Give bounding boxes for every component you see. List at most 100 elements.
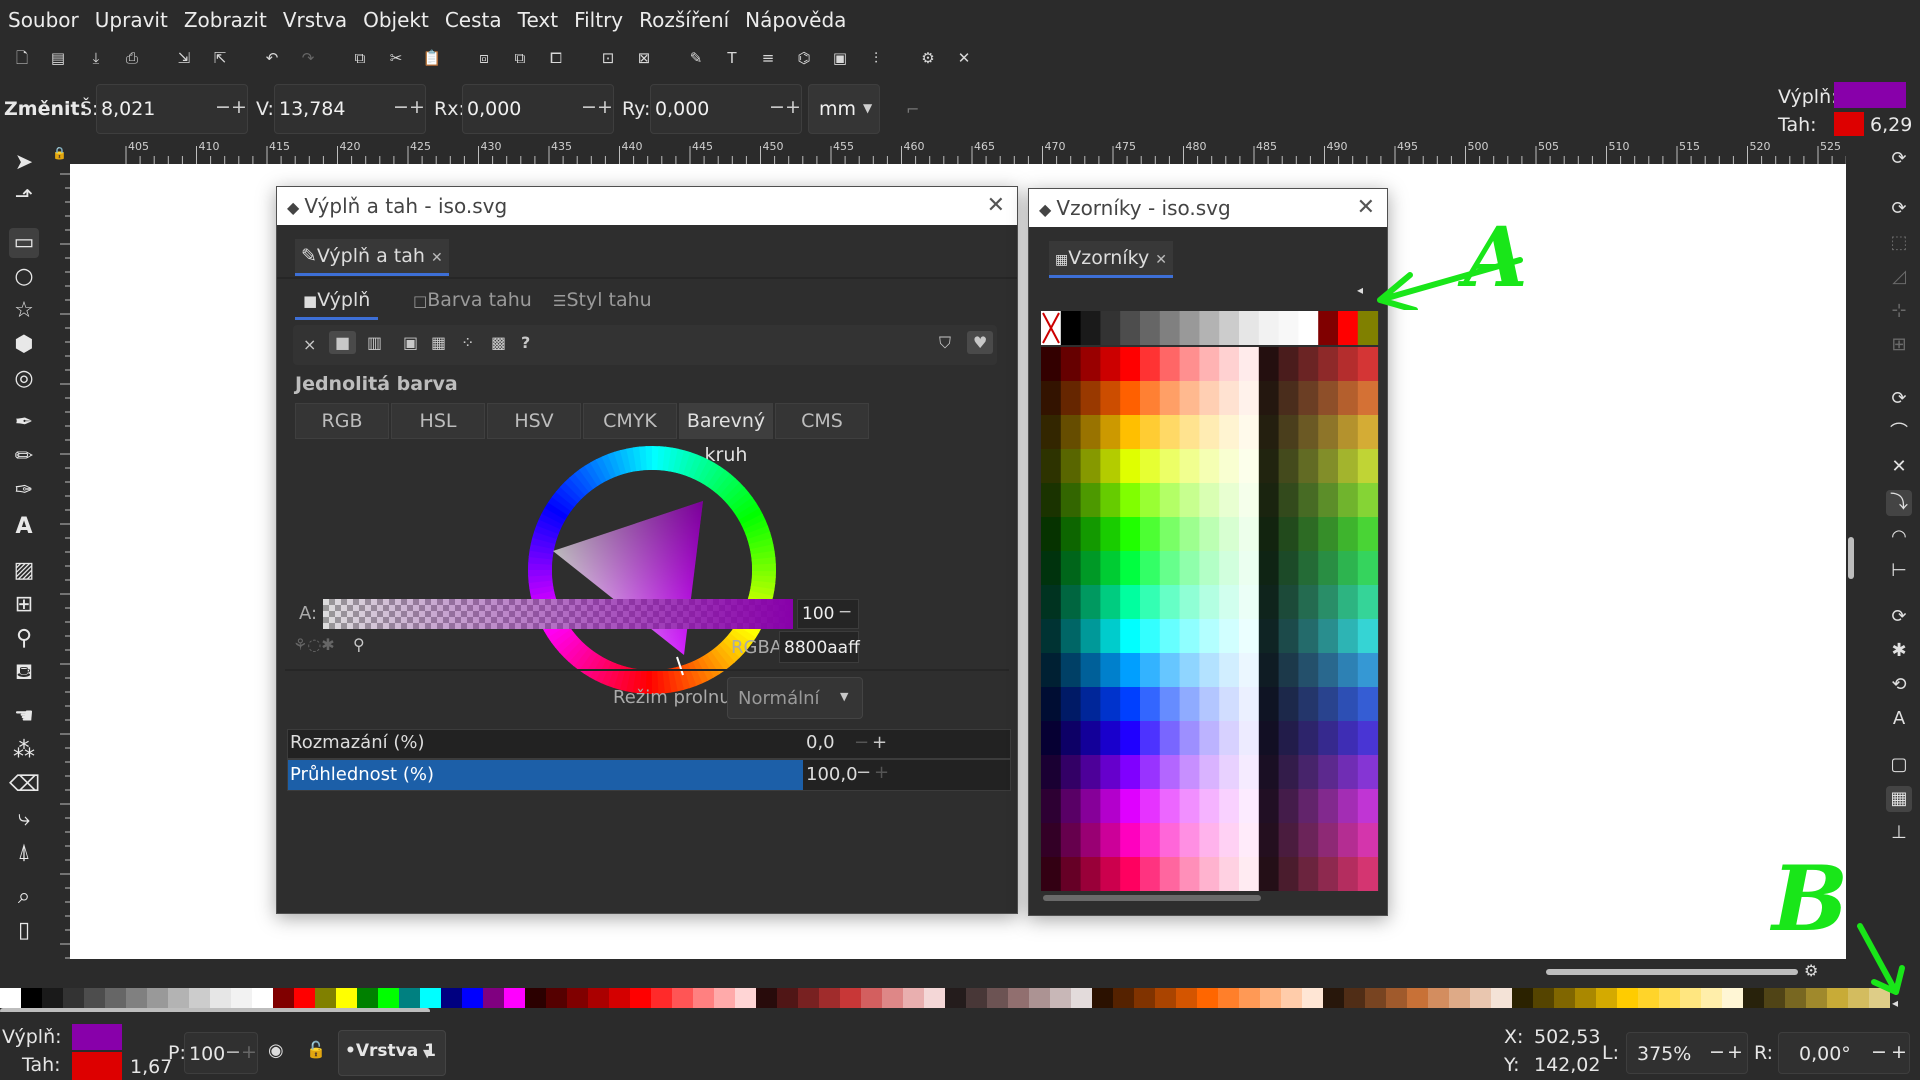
- calligraphy-tool-icon[interactable]: ✑: [9, 476, 39, 506]
- palette-swatch[interactable]: [126, 988, 147, 1008]
- palette-swatch[interactable]: [1596, 988, 1617, 1008]
- palette-swatch[interactable]: [273, 988, 294, 1008]
- mode-cms-tab[interactable]: CMS: [775, 403, 869, 439]
- 3d-box-tool-icon[interactable]: ⬢: [9, 330, 39, 360]
- fill-stroke-tab-close-icon[interactable]: ✕: [431, 250, 443, 266]
- snap-rotation-center-icon[interactable]: ⟲: [1886, 672, 1912, 698]
- swatches-menu-icon[interactable]: ◂: [1357, 283, 1363, 297]
- eraser-tool-icon[interactable]: ⌫: [9, 770, 40, 800]
- rx-decrement[interactable]: −: [581, 96, 597, 118]
- rx-increment[interactable]: +: [597, 96, 613, 118]
- paint-bucket-tool-icon[interactable]: ⛾: [9, 658, 39, 688]
- palette-swatch[interactable]: [1050, 988, 1071, 1008]
- fill-stroke-notebook-tab[interactable]: ✎Výplň a tah ✕: [295, 239, 449, 276]
- no-paint-button[interactable]: ×: [303, 335, 316, 354]
- rotation-spinbox[interactable]: 0,00° − +: [1778, 1032, 1910, 1074]
- menu-edit[interactable]: Upravit: [87, 8, 176, 32]
- ellipse-tool-icon[interactable]: ○: [9, 262, 39, 292]
- menu-path[interactable]: Cesta: [437, 8, 510, 32]
- fill-indicator-swatch[interactable]: [1834, 82, 1906, 108]
- vertical-scrollbar[interactable]: [1846, 164, 1878, 959]
- menu-text[interactable]: Text: [510, 8, 566, 32]
- snap-page-border-icon[interactable]: ▢: [1886, 752, 1912, 778]
- palette-swatch[interactable]: [651, 988, 672, 1008]
- mode-rgb-tab[interactable]: RGB: [295, 403, 389, 439]
- preferences-icon[interactable]: ⚙: [918, 48, 938, 68]
- opacity-decrement[interactable]: −: [856, 762, 871, 783]
- height-spinbox[interactable]: 13,784 − +: [274, 84, 426, 134]
- palette-swatch[interactable]: [1239, 988, 1260, 1008]
- flat-color-button[interactable]: ■: [329, 331, 357, 354]
- palette-swatch[interactable]: [105, 988, 126, 1008]
- xml-editor-icon[interactable]: ⌬: [794, 48, 814, 68]
- unset-paint-button[interactable]: ?: [521, 333, 530, 352]
- palette-swatch[interactable]: [525, 988, 546, 1008]
- pattern-button[interactable]: ⁘: [461, 333, 474, 352]
- mode-hsv-tab[interactable]: HSV: [487, 403, 581, 439]
- palette-swatch[interactable]: [567, 988, 588, 1008]
- edit-xml-icon[interactable]: ✎: [686, 48, 706, 68]
- snap-grid-icon[interactable]: ▦: [1886, 786, 1912, 812]
- connector-tool-icon[interactable]: ⤷: [9, 804, 39, 834]
- swatches-scroll-thumb[interactable]: [1043, 895, 1261, 901]
- palette-swatch[interactable]: [210, 988, 231, 1008]
- print-icon[interactable]: ⎙: [122, 48, 142, 68]
- spray-tool-icon[interactable]: ⁂: [9, 736, 39, 766]
- save-icon[interactable]: ⤓: [86, 48, 106, 68]
- pencil-tool-icon[interactable]: ✏: [9, 442, 39, 472]
- lock-guides-icon[interactable]: 🔒: [52, 146, 67, 160]
- palette-swatch[interactable]: [1638, 988, 1659, 1008]
- palette-swatch[interactable]: [1155, 988, 1176, 1008]
- palette-swatch[interactable]: [1512, 988, 1533, 1008]
- palette-swatch[interactable]: [798, 988, 819, 1008]
- snap-text-baseline-icon[interactable]: A: [1886, 706, 1912, 732]
- palette-swatch[interactable]: [609, 988, 630, 1008]
- dropper-tool-icon[interactable]: ⚲: [9, 624, 39, 654]
- snap-bbox-icon[interactable]: ⟳: [1886, 196, 1912, 222]
- palette-swatch[interactable]: [231, 988, 252, 1008]
- palette-swatch[interactable]: [63, 988, 84, 1008]
- zoom-decrement[interactable]: −: [1709, 1041, 1725, 1063]
- palette-swatch[interactable]: [0, 988, 21, 1008]
- palette-swatch[interactable]: [1785, 988, 1806, 1008]
- duplicate-icon[interactable]: ⧉: [350, 48, 370, 68]
- mode-cmyk-tab[interactable]: CMYK: [583, 403, 677, 439]
- palette-swatch[interactable]: [1449, 988, 1470, 1008]
- palette-swatch[interactable]: [1554, 988, 1575, 1008]
- menu-layer[interactable]: Vrstva: [275, 8, 355, 32]
- palette-swatch[interactable]: [903, 988, 924, 1008]
- palette-swatch[interactable]: [1680, 988, 1701, 1008]
- palette-swatch[interactable]: [630, 988, 651, 1008]
- palette-swatch[interactable]: [1428, 988, 1449, 1008]
- rotation-decrement[interactable]: −: [1871, 1041, 1887, 1063]
- text-font-icon[interactable]: T: [722, 48, 742, 68]
- tools-icon[interactable]: ✕: [954, 48, 974, 68]
- status-opacity-decrement[interactable]: −: [225, 1041, 241, 1063]
- mode-wheel-tab[interactable]: Barevný kruh: [679, 403, 773, 466]
- palette-swatch[interactable]: [483, 988, 504, 1008]
- cut-icon[interactable]: ✂: [386, 48, 406, 68]
- zoom-drawing-icon[interactable]: ⊠: [634, 48, 654, 68]
- redo-icon[interactable]: ↷: [298, 48, 318, 68]
- eyedropper-icon[interactable]: ⚲: [353, 635, 365, 654]
- palette-swatch[interactable]: [1029, 988, 1050, 1008]
- opacity-increment[interactable]: +: [874, 762, 889, 783]
- width-decrement[interactable]: −: [215, 96, 231, 118]
- rx-spinbox[interactable]: 0,000 − +: [462, 84, 614, 134]
- clone-icon[interactable]: ⧠: [546, 48, 566, 68]
- palette-swatch[interactable]: [1722, 988, 1743, 1008]
- palette-swatch[interactable]: [924, 988, 945, 1008]
- zoom-increment[interactable]: +: [1727, 1041, 1743, 1063]
- snap-intersection-icon[interactable]: ✕: [1886, 454, 1912, 480]
- palette-swatch[interactable]: [1176, 988, 1197, 1008]
- swatch-grid[interactable]: [1041, 311, 1379, 891]
- menu-view[interactable]: Zobrazit: [176, 8, 275, 32]
- palette-swatch[interactable]: [987, 988, 1008, 1008]
- status-fill-swatch[interactable]: [72, 1024, 122, 1050]
- palette-swatch[interactable]: [1575, 988, 1596, 1008]
- palette-swatch[interactable]: [336, 988, 357, 1008]
- ry-increment[interactable]: +: [785, 96, 801, 118]
- palette-swatch[interactable]: [252, 988, 273, 1008]
- palette-swatch[interactable]: [1344, 988, 1365, 1008]
- palette-swatch[interactable]: [1113, 988, 1134, 1008]
